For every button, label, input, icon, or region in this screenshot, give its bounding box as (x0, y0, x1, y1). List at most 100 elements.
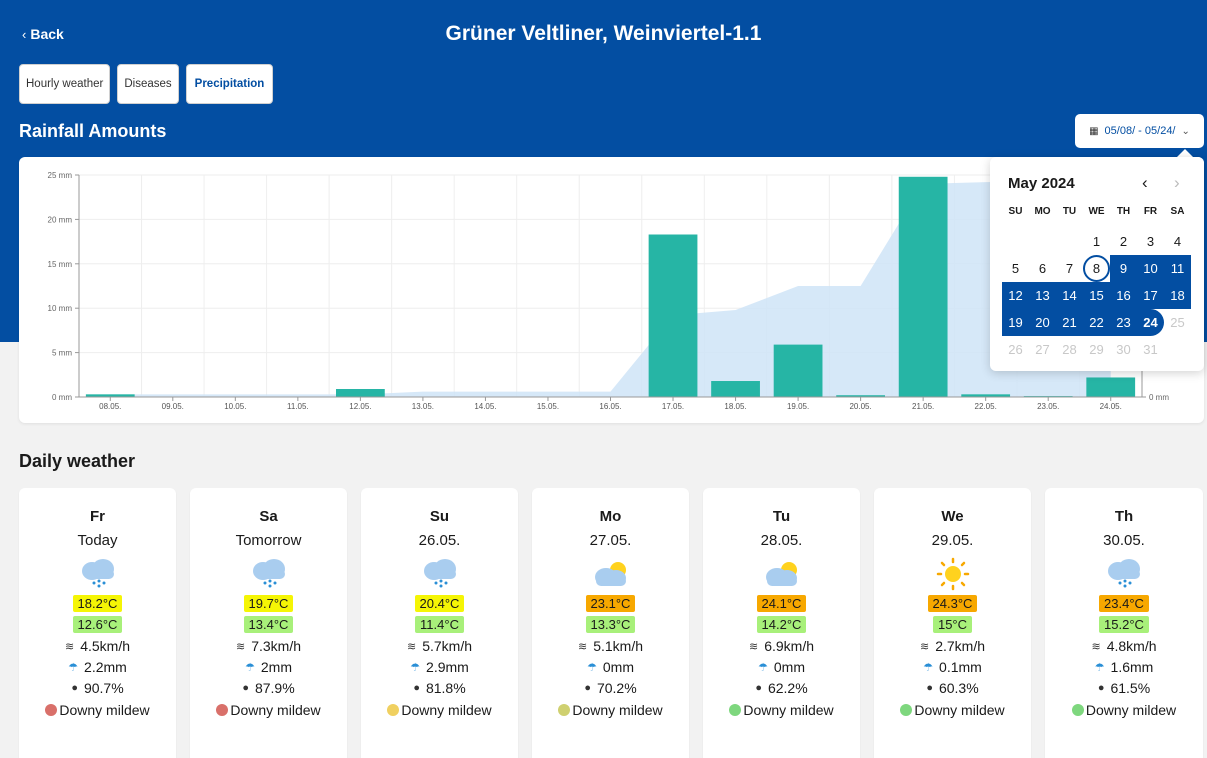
wind-icon: ≋ (577, 640, 588, 653)
calendar-weekday: WE (1088, 205, 1105, 217)
rain-cloud-icon (249, 557, 289, 591)
day-card[interactable]: Fr Today 18.2°C 12.6°C ≋ 4.5km/h ☂ 2.2mm ● 90.7% D… (19, 488, 176, 758)
rain-bar (1086, 377, 1136, 397)
x-tick-label: 24.05. (1100, 402, 1122, 411)
day-date: Today (77, 532, 118, 549)
calendar-day[interactable]: 7 (1056, 255, 1083, 282)
calendar-day[interactable]: 6 (1029, 255, 1056, 282)
calendar-day[interactable]: 9 (1110, 255, 1137, 282)
date-range-button[interactable]: ▦ 05/08/ - 05/24/ ⌄ (1075, 114, 1204, 148)
calendar-month-label: May 2024 (1008, 175, 1075, 192)
calendar-weekday: TU (1062, 205, 1077, 217)
x-tick-label: 11.05. (287, 402, 309, 411)
humidity: ● 60.3% (926, 680, 978, 696)
disease-name: Downy mildew (572, 702, 663, 718)
calendar-day[interactable]: 3 (1137, 228, 1164, 255)
calendar-day[interactable]: 8 (1083, 255, 1110, 282)
wind-value: 5.1km/h (593, 638, 644, 654)
sun-icon (933, 557, 973, 591)
humidity-value: 61.5% (1110, 680, 1151, 696)
risk-indicator-icon (558, 704, 571, 716)
droplet-icon: ● (413, 682, 420, 694)
calendar-day[interactable]: 10 (1137, 255, 1164, 282)
rainfall-title: Rainfall Amounts (19, 121, 167, 141)
disease-name: Downy mildew (59, 702, 150, 718)
calendar-day[interactable]: 18 (1164, 282, 1191, 309)
calendar-day[interactable]: 2 (1110, 228, 1137, 255)
day-date: 26.05. (418, 532, 461, 549)
humidity-value: 90.7% (83, 680, 124, 696)
x-tick-label: 14.05. (474, 402, 496, 411)
droplet-icon: ● (926, 682, 933, 694)
calendar-icon: ▦ (1089, 125, 1099, 137)
day-card[interactable]: Tu 28.05. 24.1°C 14.2°C ≋ 6.9km/h ☂ 0mm ● 62.2% Do… (703, 488, 860, 758)
wind-speed: ≋ 7.3km/h (236, 638, 301, 654)
calendar-day[interactable]: 12 (1002, 282, 1029, 309)
calendar-day[interactable]: 5 (1002, 255, 1029, 282)
tab-diseases[interactable]: Diseases (117, 64, 179, 104)
wind-value: 6.9km/h (764, 638, 815, 654)
calendar-day[interactable]: 24 (1137, 309, 1164, 336)
droplet-icon: ● (242, 682, 249, 694)
rain-cloud-icon (78, 557, 118, 591)
min-temperature: 12.6°C (72, 616, 123, 633)
calendar-day[interactable]: 11 (1164, 255, 1191, 282)
droplet-icon: ● (71, 682, 78, 694)
day-name: Tu (772, 508, 791, 525)
x-tick-label: 19.05. (787, 402, 809, 411)
day-card[interactable]: Mo 27.05. 23.1°C 13.3°C ≋ 5.1km/h ☂ 0mm ● 70.2% Do… (532, 488, 689, 758)
chevron-down-icon: ⌄ (1181, 125, 1190, 137)
precipitation: ☂ 2.2mm (68, 659, 127, 675)
max-temperature: 23.1°C (585, 595, 636, 612)
date-range-label: 05/08/ - 05/24/ (1104, 125, 1176, 137)
calendar-day[interactable]: 22 (1083, 309, 1110, 336)
calendar-day[interactable]: 17 (1137, 282, 1164, 309)
calendar-day[interactable]: 21 (1056, 309, 1083, 336)
chevron-left-icon[interactable]: ‹ (1142, 173, 1148, 193)
day-card[interactable]: Su 26.05. 20.4°C 11.4°C ≋ 5.7km/h ☂ 2.9mm ● 81.8%… (361, 488, 518, 758)
day-card[interactable]: Th 30.05. 23.4°C 15.2°C ≋ 4.8km/h ☂ 1.6mm ● 61.5%… (1045, 488, 1203, 758)
precipitation-value: 2.9mm (426, 659, 469, 675)
tab-bar: Hourly weather Diseases Precipitation (19, 64, 274, 104)
calendar-day[interactable]: 15 (1083, 282, 1110, 309)
humidity-value: 70.2% (596, 680, 637, 696)
x-tick-label: 08.05. (99, 402, 121, 411)
x-tick-label: 15.05. (537, 402, 559, 411)
max-temperature: 18.2°C (72, 595, 123, 612)
calendar-weekday: TH (1116, 205, 1131, 217)
calendar-day[interactable]: 4 (1164, 228, 1191, 255)
precipitation: ☂ 0mm (758, 659, 805, 675)
calendar-day: 30 (1116, 342, 1131, 357)
wind-icon: ≋ (1091, 640, 1101, 653)
tab-precipitation[interactable]: Precipitation (185, 64, 274, 104)
calendar-day[interactable]: 20 (1029, 309, 1056, 336)
disease-risk: Downy mildew (45, 702, 150, 718)
tab-hourly-weather[interactable]: Hourly weather (19, 64, 111, 104)
calendar-day[interactable]: 19 (1002, 309, 1029, 336)
disease-name: Downy mildew (743, 702, 834, 718)
day-card[interactable]: Sa Tomorrow 19.7°C 13.4°C ≋ 7.3km/h ☂ 2mm ● 87.9%… (190, 488, 347, 758)
calendar-day[interactable]: 16 (1110, 282, 1137, 309)
calendar-day[interactable]: 23 (1110, 309, 1137, 336)
calendar-weekday: MO (1034, 205, 1051, 217)
humidity: ● 61.5% (1098, 680, 1150, 696)
calendar-day[interactable]: 1 (1083, 228, 1110, 255)
y-tick-label: 5 mm (52, 349, 72, 358)
y-tick-label: 0 mm (52, 393, 72, 402)
day-date: 29.05. (931, 532, 974, 549)
wind-speed: ≋ 4.5km/h (65, 638, 130, 654)
y-tick-label: 25 mm (48, 171, 73, 180)
calendar-day[interactable]: 13 (1029, 282, 1056, 309)
day-card[interactable]: We 29.05. 24.3°C 15°C ≋ 2.7km/h ☂ 0.1mm ● 60.3% Do… (874, 488, 1031, 758)
x-tick-label: 16.05. (599, 402, 621, 411)
wind-value: 2.7km/h (935, 638, 986, 654)
precipitation-value: 2.2mm (84, 659, 127, 675)
x-tick-label: 10.05. (224, 402, 246, 411)
calendar-day[interactable]: 14 (1056, 282, 1083, 309)
disease-name: Downy mildew (230, 702, 321, 718)
rain-icon: ☂ (1094, 661, 1105, 674)
chevron-right-icon[interactable]: › (1174, 173, 1180, 193)
humidity: ● 70.2% (584, 680, 636, 696)
humidity: ● 81.8% (413, 680, 465, 696)
humidity: ● 62.2% (755, 680, 807, 696)
